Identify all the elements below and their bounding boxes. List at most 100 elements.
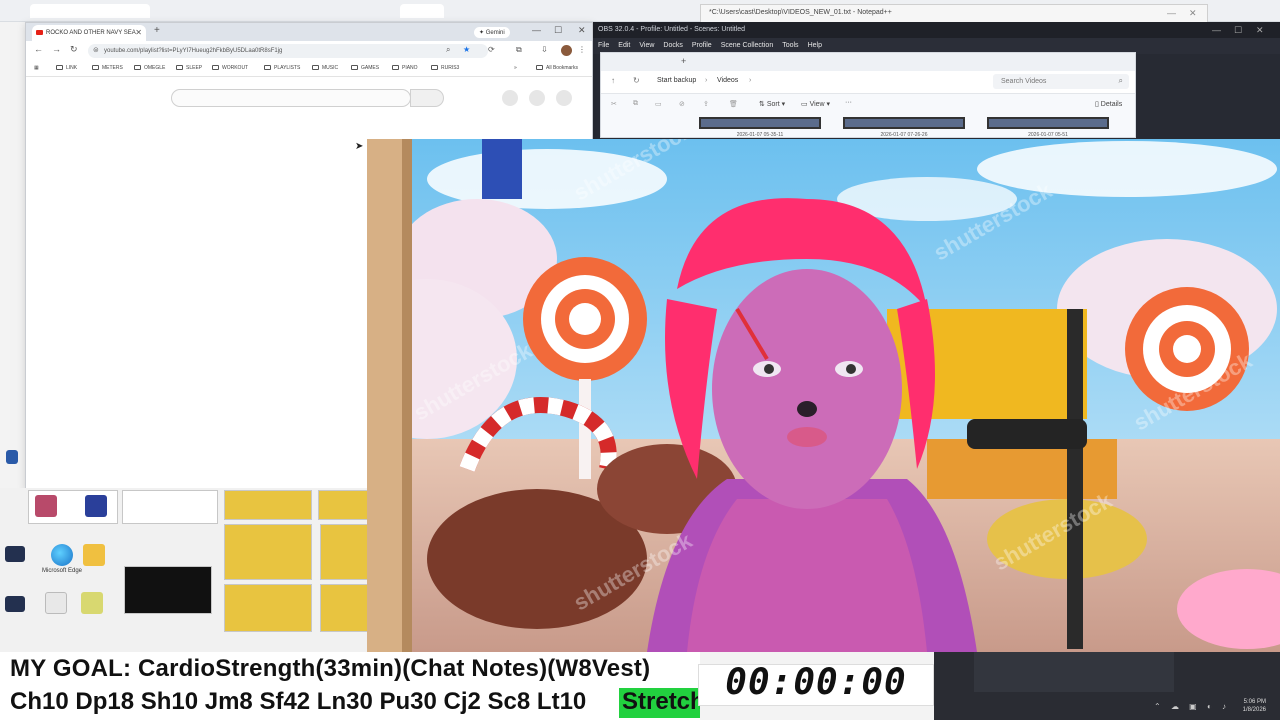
- back-icon[interactable]: ←: [34, 44, 43, 54]
- cut-icon[interactable]: ✂: [611, 100, 617, 108]
- desktop-thumbnail[interactable]: [320, 584, 368, 632]
- desktop-icon-obs-01[interactable]: [0, 546, 30, 564]
- stats-text: Ch10 Dp18 Sh10 Jm8 Sf42 Ln30 Pu30 Cj2 Sc…: [10, 688, 587, 715]
- breadcrumb-chevron-icon: ›: [705, 77, 708, 84]
- youtube-search-button[interactable]: [410, 89, 444, 107]
- obs-menu-view[interactable]: View: [639, 42, 654, 50]
- bookmark-games[interactable]: GAMES: [351, 65, 379, 71]
- bookmark-omegle[interactable]: OMEGLE: [134, 65, 165, 71]
- account-avatar[interactable]: [556, 90, 572, 106]
- video-date: 2026-01-07 05-35-11: [736, 132, 784, 138]
- delete-icon[interactable]: 🗑: [729, 100, 738, 108]
- view-button[interactable]: ▭ View ▾: [801, 100, 830, 108]
- menu-kebab-icon[interactable]: ⋮: [578, 45, 586, 54]
- desktop-icon-obs-02[interactable]: [0, 596, 30, 614]
- explorer-tab-row: +: [601, 53, 1135, 71]
- obs-menu-profile[interactable]: Profile: [692, 42, 712, 50]
- bookmark-workout[interactable]: WORKOUT: [212, 65, 248, 71]
- explorer-search-input[interactable]: Search Videos ⌕: [993, 74, 1129, 89]
- rename-icon[interactable]: ⊘: [679, 100, 685, 108]
- stats-highlight: Stretch: [619, 688, 700, 718]
- gemini-button[interactable]: ✦ Gemini: [474, 27, 510, 38]
- bookmark-piano[interactable]: PIANO: [392, 65, 418, 71]
- maximize-icon[interactable]: ☐: [554, 25, 562, 36]
- obs-menu-edit[interactable]: Edit: [618, 42, 630, 50]
- paste-icon[interactable]: ▭: [655, 100, 662, 108]
- close-tab-icon[interactable]: ✕: [135, 28, 142, 37]
- obs-menu-scene-collection[interactable]: Scene Collection: [721, 42, 774, 50]
- desktop-icon-file[interactable]: [70, 592, 114, 616]
- profile-avatar[interactable]: [561, 45, 572, 56]
- details-button[interactable]: ▯ Details: [1095, 100, 1122, 108]
- share-icon[interactable]: ⇪: [703, 100, 709, 108]
- desktop-thumbnail[interactable]: [124, 566, 212, 614]
- obs-menu-tools[interactable]: Tools: [782, 42, 798, 50]
- new-tab-button[interactable]: +: [154, 25, 160, 36]
- desktop-thumbnail[interactable]: [318, 490, 368, 520]
- background-tab[interactable]: [400, 4, 444, 18]
- up-arrow-icon[interactable]: ↑: [611, 76, 615, 85]
- monitor-icon: [5, 546, 25, 562]
- desktop-icon-edge-side[interactable]: [2, 450, 22, 466]
- zoom-icon[interactable]: ⌕: [446, 45, 450, 55]
- notifications-icon[interactable]: [529, 90, 545, 106]
- obs-menu-file[interactable]: File: [598, 42, 609, 50]
- desktop-thumbnail[interactable]: [320, 524, 368, 580]
- file-explorer-window[interactable]: + ↑ ↻ Start backup › Videos › Search Vid…: [600, 52, 1136, 138]
- desktop-thumbnail[interactable]: [224, 584, 312, 632]
- bookmark-star-icon[interactable]: ★: [463, 45, 470, 54]
- video-thumbnail[interactable]: [987, 117, 1109, 129]
- video-thumbnail[interactable]: [843, 117, 965, 129]
- bookmark-playlists[interactable]: PLAYLISTS: [264, 65, 300, 71]
- obs-menu-help[interactable]: Help: [808, 42, 822, 50]
- background-tab[interactable]: [30, 4, 150, 18]
- system-tray-icons[interactable]: ⌃ ☁ ▣ ◐ ♪: [1154, 702, 1230, 711]
- close-icon[interactable]: ✕: [1256, 25, 1264, 36]
- breadcrumb-videos[interactable]: Videos: [717, 77, 738, 84]
- breadcrumb-start-backup[interactable]: Start backup: [657, 77, 696, 84]
- bookmark-ruris3[interactable]: RURIS3: [431, 65, 459, 71]
- chrome-tab[interactable]: ROCKO AND OTHER NAVY SEA ✕: [32, 25, 146, 41]
- copy-icon[interactable]: ⧉: [633, 100, 638, 108]
- minimize-icon[interactable]: —: [1212, 25, 1221, 35]
- desktop-thumbnail[interactable]: [224, 524, 312, 580]
- site-info-icon[interactable]: ⊜: [93, 46, 99, 54]
- explorer-nav-row: ↑ ↻ Start backup › Videos › Search Video…: [601, 71, 1135, 93]
- minimize-icon[interactable]: —: [532, 25, 541, 35]
- obs-menu-docks[interactable]: Docks: [663, 42, 682, 50]
- address-bar[interactable]: ⊜ youtube.com/playlist?list=PLyYI7Hueug2…: [88, 44, 488, 58]
- desktop-thumbnail[interactable]: [122, 490, 218, 524]
- forward-icon[interactable]: →: [52, 44, 61, 54]
- bookmark-link[interactable]: LINK: [56, 65, 77, 71]
- desktop-lower-area: Microsoft Edge: [0, 488, 368, 652]
- all-bookmarks[interactable]: All Bookmarks: [536, 65, 578, 71]
- bookmark-meters[interactable]: METERS: [92, 65, 123, 71]
- maximize-icon[interactable]: ☐: [1234, 25, 1242, 36]
- sort-button[interactable]: ⇅ Sort ▾: [759, 100, 785, 108]
- new-tab-button[interactable]: +: [681, 56, 686, 66]
- bookmarks-bar: ▦ LINK METERS OMEGLE SLEEP WORKOUT PLAYL…: [26, 61, 592, 77]
- desktop-thumbnail[interactable]: [224, 490, 312, 520]
- sort-label: Sort: [766, 101, 780, 108]
- more-options-icon[interactable]: ···: [845, 99, 852, 106]
- bookmark-sleep[interactable]: SLEEP: [176, 65, 202, 71]
- reload-icon[interactable]: ↻: [70, 44, 78, 55]
- system-clock[interactable]: 5:06 PM 1/8/2026: [1243, 698, 1266, 714]
- candy-scene: [367, 139, 1280, 652]
- refresh-icon[interactable]: ↻: [633, 76, 640, 85]
- desktop-thumbnail[interactable]: [28, 490, 118, 524]
- download-icon[interactable]: ⇩: [541, 45, 548, 54]
- close-icon[interactable]: ✕: [578, 25, 586, 36]
- bookmark-music[interactable]: MUSIC: [312, 65, 338, 71]
- desktop-icon-screenshot[interactable]: [72, 544, 116, 568]
- minimize-icon[interactable]: —: [1167, 8, 1176, 18]
- view-label: View: [809, 101, 825, 108]
- youtube-search-input[interactable]: [171, 89, 411, 107]
- extension-icon[interactable]: ⟳: [488, 45, 495, 54]
- video-thumbnail[interactable]: [699, 117, 821, 129]
- apps-icon[interactable]: ▦: [34, 65, 39, 71]
- close-icon[interactable]: ✕: [1189, 8, 1197, 19]
- tab-search-icon[interactable]: ⧉: [516, 45, 522, 55]
- bookmarks-overflow-icon[interactable]: »: [514, 65, 517, 71]
- create-icon[interactable]: [502, 90, 518, 106]
